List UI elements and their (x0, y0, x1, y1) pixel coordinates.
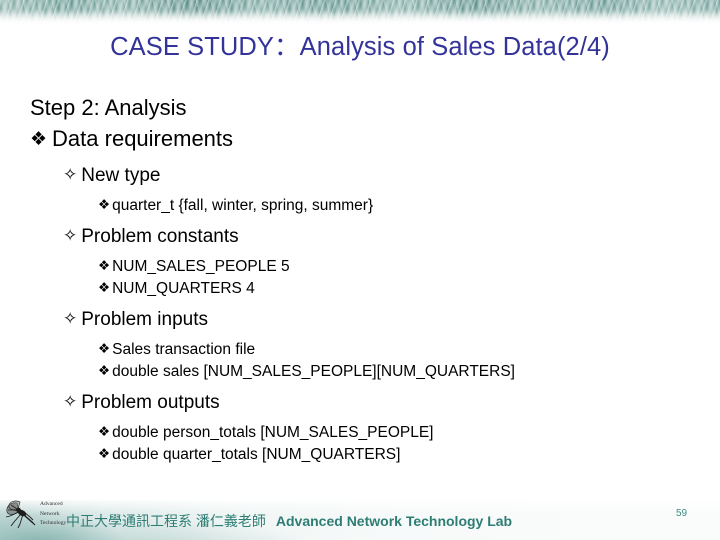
page-number: 59 (676, 508, 688, 519)
outline-quarter-t: ❖ quarter_t {fall, winter, spring, summer… (98, 195, 720, 217)
logo-wordmark-line3: Technology (40, 520, 67, 526)
outline-data-requirements-label: Data requirements (52, 126, 234, 151)
star-outline-bullet-icon: ✧ (63, 309, 78, 329)
footer-lab-name: Advanced Network Technology Lab (275, 513, 513, 529)
outline-problem-outputs-label: Problem outputs (81, 392, 220, 413)
outline-problem-constants: ✧ Problem constants (63, 223, 720, 251)
star-outline-bullet-icon: ✧ (63, 165, 78, 185)
diamond-cluster-bullet-icon: ❖ (98, 280, 111, 296)
logo-wordmark-line2: Network (40, 510, 60, 517)
outline-step-heading: Step 2: Analysis (30, 92, 720, 123)
outline-num-sales-people: ❖ NUM_SALES_PEOPLE 5 (98, 256, 720, 278)
diamond-cluster-bullet-icon: ❖ (98, 341, 111, 357)
outline-double-person-totals: ❖ double person_totals [NUM_SALES_PEOPLE] (98, 422, 720, 444)
outline-double-sales: ❖ double sales [NUM_SALES_PEOPLE][NUM_QUA… (98, 361, 720, 383)
top-band-fade (0, 12, 720, 34)
outline-problem-constants-label: Problem constants (81, 226, 239, 247)
outline-double-quarter-totals-label: double quarter_totals [NUM_QUARTERS] (112, 446, 401, 463)
outline-problem-inputs: ✧ Problem inputs (63, 306, 720, 334)
logo-wordmark: Advanced Network Technology (40, 500, 66, 529)
outline-double-quarter-totals: ❖ double quarter_totals [NUM_QUARTERS] (98, 444, 720, 466)
outline-new-type-label: New type (81, 165, 161, 186)
diamond-cluster-bullet-icon: ❖ (98, 363, 111, 379)
outline-double-sales-label: double sales [NUM_SALES_PEOPLE][NUM_QUAR… (112, 363, 515, 380)
footer-affiliation: 中正大學通訊工程系 潘仁義老師 (66, 513, 266, 529)
outline-problem-inputs-label: Problem inputs (81, 309, 208, 330)
diamond-cluster-bullet-icon: ❖ (30, 128, 48, 150)
diamond-cluster-bullet-icon: ❖ (98, 197, 111, 213)
footer: 中正大學通訊工程系 潘仁義老師 Advanced Network Technolo… (66, 512, 512, 530)
diamond-cluster-bullet-icon: ❖ (98, 424, 111, 440)
logo-wordmark-line1: Advanced (40, 501, 63, 507)
diamond-cluster-bullet-icon: ❖ (98, 446, 111, 462)
outline-quarter-t-label: quarter_t {fall, winter, spring, summer} (112, 197, 374, 214)
outline-new-type: ✧ New type (63, 162, 720, 190)
star-outline-bullet-icon: ✧ (63, 392, 78, 412)
outline-num-sales-people-label: NUM_SALES_PEOPLE 5 (112, 258, 290, 275)
outline-problem-outputs: ✧ Problem outputs (63, 389, 720, 417)
outline-data-requirements: ❖ Data requirements (30, 123, 720, 156)
outline-double-person-totals-label: double person_totals [NUM_SALES_PEOPLE] (112, 424, 434, 441)
outline-sales-transaction-file-label: Sales transaction file (112, 341, 256, 358)
outline-sales-transaction-file: ❖ Sales transaction file (98, 339, 720, 361)
outline-num-quarters: ❖ NUM_QUARTERS 4 (98, 278, 720, 300)
outline-step-heading-label: Step 2: Analysis (30, 95, 187, 120)
slide-canvas: CASE STUDY：Analysis of Sales Data(2/4) S… (0, 0, 720, 540)
outline-num-quarters-label: NUM_QUARTERS 4 (112, 280, 255, 297)
star-outline-bullet-icon: ✧ (63, 226, 78, 246)
slide-body: Step 2: Analysis ❖ Data requirements ✧ New… (0, 92, 720, 466)
slide-title: CASE STUDY：Analysis of Sales Data(2/4) (110, 33, 610, 61)
diamond-cluster-bullet-icon: ❖ (98, 258, 111, 274)
